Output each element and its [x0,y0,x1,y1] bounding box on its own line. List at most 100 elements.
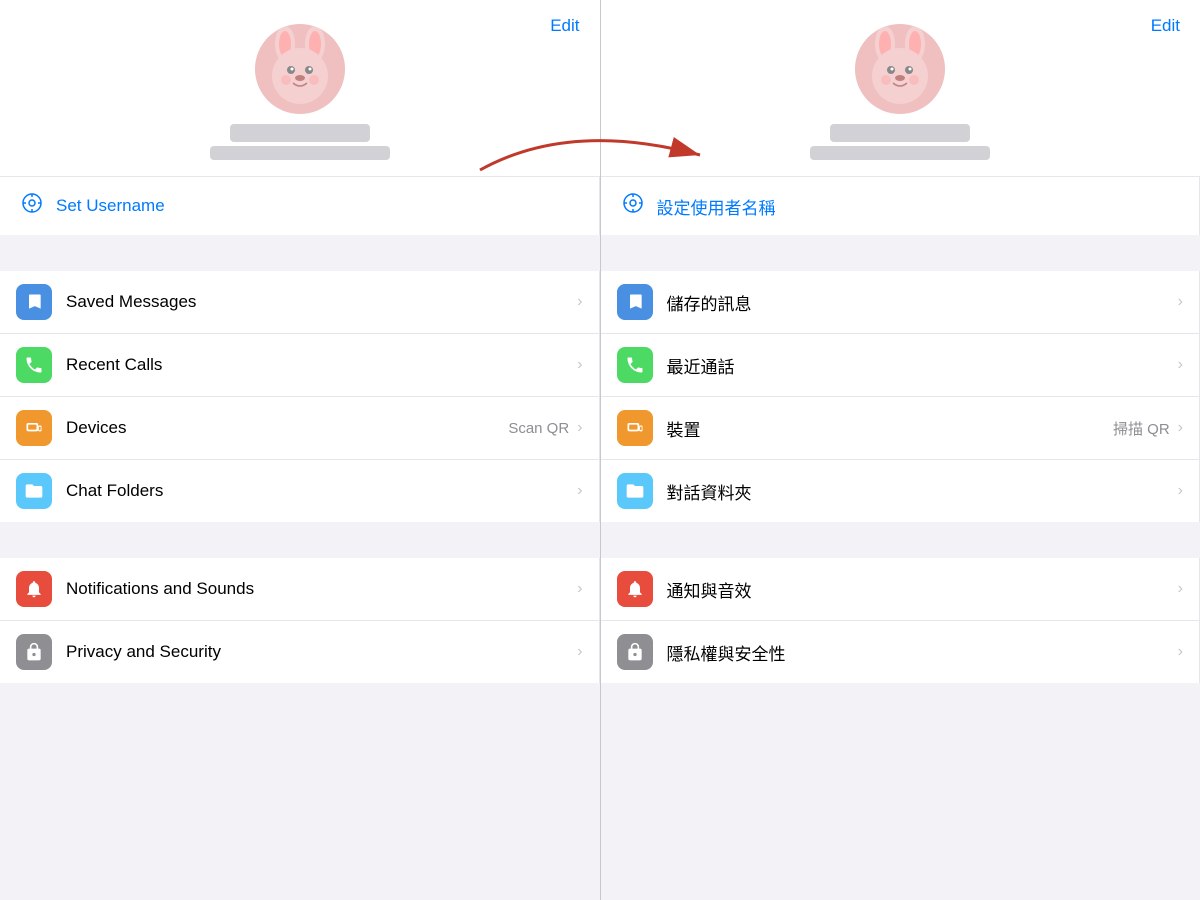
left-privacy-item[interactable]: Privacy and Security › [0,621,600,683]
left-chat-folders-text: Chat Folders › [66,481,583,501]
right-notifications-item[interactable]: 通知與音效 › [601,558,1200,620]
right-avatar [855,24,945,114]
left-chat-folders-row: Chat Folders › [0,460,600,522]
right-devices-icon [617,410,653,446]
left-recent-calls-item[interactable]: Recent Calls › [0,334,600,396]
left-saved-messages-label: Saved Messages [66,292,573,312]
right-name-bar-1 [830,124,970,142]
right-devices-label: 裝置 [667,416,1114,441]
right-privacy-icon [617,634,653,670]
right-notifications-icon [617,571,653,607]
left-username-row: Set Username [0,176,600,235]
right-edit-button[interactable]: Edit [1151,16,1180,36]
left-privacy-chevron: › [577,643,582,661]
left-name-bar-2 [210,146,390,160]
left-recent-calls-row: Recent Calls › [0,334,600,397]
right-chat-folders-chevron: › [1178,482,1183,500]
left-notifications-icon [16,571,52,607]
right-panel: Edit [601,0,1200,900]
right-name-block [621,124,1181,160]
left-panel: Edit [0,0,600,900]
right-chat-folders-text: 對話資料夾 › [667,479,1184,504]
left-saved-messages-icon [16,284,52,320]
left-recent-calls-icon [16,347,52,383]
right-privacy-label: 隱私權與安全性 [667,640,1174,665]
right-name-bar-2 [810,146,990,160]
right-saved-messages-item[interactable]: 儲存的訊息 › [601,271,1200,333]
left-devices-label: Devices [66,418,508,438]
left-saved-messages-chevron: › [577,293,582,311]
left-profile-section: Edit [0,0,600,176]
left-devices-icon [16,410,52,446]
left-notifications-chevron: › [577,580,582,598]
left-recent-calls-text: Recent Calls › [66,355,583,375]
right-devices-text: 裝置 掃描 QR › [667,416,1184,441]
right-notifications-chevron: › [1178,580,1183,598]
right-profile-section: Edit [601,0,1200,176]
right-recent-calls-row: 最近通話 › [601,334,1200,397]
right-notifications-row: 通知與音效 › [601,558,1200,621]
right-privacy-text: 隱私權與安全性 › [667,640,1184,665]
right-chat-folders-icon [617,473,653,509]
left-notifications-label: Notifications and Sounds [66,579,573,599]
left-devices-sub: Scan QR [508,420,569,437]
right-profile: Edit [601,0,1200,160]
right-username-row: 設定使用者名稱 [601,176,1200,235]
left-devices-item[interactable]: Devices Scan QR › [0,397,600,459]
left-name-block [20,124,580,160]
right-saved-messages-row: 儲存的訊息 › [601,271,1200,334]
right-username-icon [621,191,645,221]
left-notifications-text: Notifications and Sounds › [66,579,583,599]
left-chat-folders-item[interactable]: Chat Folders › [0,460,600,522]
left-saved-messages-text: Saved Messages › [66,292,583,312]
right-recent-calls-label: 最近通話 [667,353,1174,378]
left-name-bar-1 [230,124,370,142]
left-menu-group-1: Saved Messages › Recent Calls › [0,271,600,522]
left-saved-messages-row: Saved Messages › [0,271,600,334]
right-saved-messages-label: 儲存的訊息 [667,290,1174,315]
right-saved-messages-chevron: › [1178,293,1183,311]
right-recent-calls-text: 最近通話 › [667,353,1184,378]
right-username-label: 設定使用者名稱 [657,194,776,219]
right-devices-chevron: › [1178,419,1183,437]
left-privacy-row: Privacy and Security › [0,621,600,683]
right-chat-folders-label: 對話資料夾 [667,479,1174,504]
right-privacy-row: 隱私權與安全性 › [601,621,1200,683]
left-avatar [255,24,345,114]
left-privacy-text: Privacy and Security › [66,642,583,662]
left-devices-chevron: › [577,419,582,437]
left-notifications-item[interactable]: Notifications and Sounds › [0,558,600,620]
left-gap-1 [0,235,600,271]
left-recent-calls-chevron: › [577,356,582,374]
right-recent-calls-item[interactable]: 最近通話 › [601,334,1200,396]
left-username-icon [20,191,44,221]
right-privacy-item[interactable]: 隱私權與安全性 › [601,621,1200,683]
left-devices-row: Devices Scan QR › [0,397,600,460]
left-devices-text: Devices Scan QR › [66,418,583,438]
right-notifications-label: 通知與音效 [667,577,1174,602]
right-saved-messages-text: 儲存的訊息 › [667,290,1184,315]
right-menu-group-2: 通知與音效 › 隱私權與安全性 › [601,558,1200,683]
left-chat-folders-chevron: › [577,482,582,500]
right-privacy-chevron: › [1178,643,1183,661]
left-saved-messages-item[interactable]: Saved Messages › [0,271,600,333]
right-saved-messages-icon [617,284,653,320]
right-notifications-text: 通知與音效 › [667,577,1184,602]
left-chat-folders-label: Chat Folders [66,481,573,501]
right-devices-sub: 掃描 QR [1113,418,1170,439]
left-profile: Edit [0,0,600,160]
right-menu-group-1: 儲存的訊息 › 最近通話 › [601,271,1200,522]
left-recent-calls-label: Recent Calls [66,355,573,375]
left-set-username-item[interactable]: Set Username [0,177,600,235]
right-chat-folders-item[interactable]: 對話資料夾 › [601,460,1200,522]
left-menu-group-2: Notifications and Sounds › Privacy and S… [0,558,600,683]
right-set-username-item[interactable]: 設定使用者名稱 [601,177,1200,235]
right-recent-calls-icon [617,347,653,383]
right-devices-row: 裝置 掃描 QR › [601,397,1200,460]
left-gap-2 [0,522,600,558]
left-chat-folders-icon [16,473,52,509]
left-notifications-row: Notifications and Sounds › [0,558,600,621]
left-edit-button[interactable]: Edit [550,16,579,36]
left-privacy-icon [16,634,52,670]
right-devices-item[interactable]: 裝置 掃描 QR › [601,397,1200,459]
